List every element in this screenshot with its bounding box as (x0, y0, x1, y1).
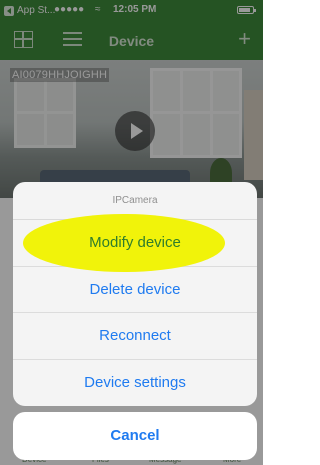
reconnect-button[interactable]: Reconnect (13, 313, 257, 360)
device-settings-button[interactable]: Device settings (13, 360, 257, 407)
delete-device-button[interactable]: Delete device (13, 267, 257, 313)
delete-device-label: Delete device (89, 280, 181, 298)
modify-device-label: Modify device (89, 234, 181, 251)
action-sheet: IPCamera Modify device Delete device Rec… (13, 182, 257, 406)
device-settings-label: Device settings (84, 373, 186, 391)
cancel-button[interactable]: Cancel (13, 412, 257, 460)
reconnect-label: Reconnect (99, 327, 171, 344)
modify-device-button[interactable]: Modify device (13, 214, 257, 272)
